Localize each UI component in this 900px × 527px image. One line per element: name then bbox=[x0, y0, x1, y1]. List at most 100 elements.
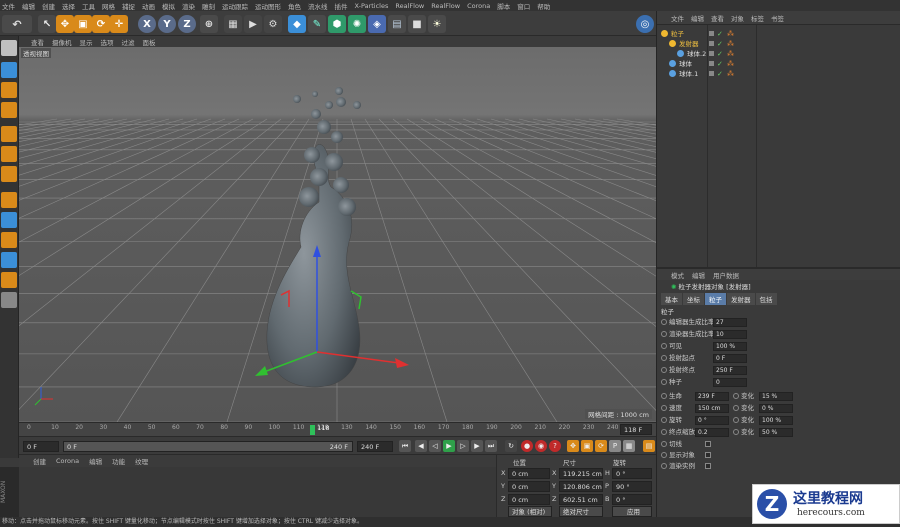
animate-radio[interactable] bbox=[661, 429, 667, 435]
cube-icon[interactable]: ◆ bbox=[288, 15, 306, 33]
array-icon[interactable]: ✺ bbox=[348, 15, 366, 33]
viewport-menu-item[interactable]: 摄像机 bbox=[52, 37, 72, 47]
object-manager[interactable]: 粒子 ✓ ⁂ 发射器 ✓ ⁂ 球体.2 ✓ ⁂ 球体 ✓ ⁂ 球体.1 ✓ ⁂ bbox=[657, 25, 900, 275]
coord-system-icon[interactable]: ⊕ bbox=[200, 15, 218, 33]
checkbox-icon[interactable] bbox=[705, 463, 711, 469]
viewport-menu-item[interactable]: 显示 bbox=[80, 37, 93, 47]
render-view-icon[interactable]: ▦ bbox=[224, 15, 242, 33]
object-menu-item[interactable]: 标签 bbox=[751, 13, 764, 23]
perspective-viewport[interactable]: 透视视图 网格间距 : 1000 cm ✥ ⇕ ⟲ ▢ bbox=[19, 47, 656, 422]
attribute-tab[interactable]: 粒子 bbox=[705, 293, 726, 305]
object-row[interactable]: 发射器 ✓ ⁂ bbox=[657, 39, 900, 49]
material-menu-item[interactable]: 创建 bbox=[33, 456, 46, 466]
select-arrow-icon[interactable]: ↖ bbox=[38, 15, 56, 33]
pos-x-field[interactable]: 0 cm bbox=[508, 468, 550, 479]
points-mode-icon[interactable] bbox=[1, 126, 17, 142]
prev-frame-icon[interactable]: ◁ bbox=[429, 440, 441, 452]
variation-value-field[interactable]: 50 % bbox=[759, 428, 793, 437]
timeline-window-icon[interactable]: ▤ bbox=[643, 440, 655, 452]
animate-radio[interactable] bbox=[661, 319, 667, 325]
attribute-value-field[interactable]: 10 bbox=[713, 330, 747, 339]
check-icon[interactable]: ✓ bbox=[717, 59, 723, 69]
coord-mode-select[interactable]: 对象 (相对) bbox=[508, 506, 552, 517]
animate-radio[interactable] bbox=[733, 429, 739, 435]
layout-globe-icon[interactable]: ◎ bbox=[636, 15, 654, 33]
size-z-field[interactable]: 602.51 cm bbox=[559, 494, 603, 505]
rot-h-field[interactable]: 0 ° bbox=[612, 468, 652, 479]
animate-radio[interactable] bbox=[661, 343, 667, 349]
check-icon[interactable]: ✓ bbox=[717, 69, 723, 79]
object-menu-item[interactable]: 编辑 bbox=[691, 13, 704, 23]
render-picture-icon[interactable]: ▶ bbox=[244, 15, 262, 33]
variation-value-field[interactable]: 0 % bbox=[759, 404, 793, 413]
tag-icon[interactable]: ⁂ bbox=[727, 29, 734, 39]
animate-radio[interactable] bbox=[661, 417, 667, 423]
visibility-icon[interactable] bbox=[709, 71, 714, 76]
menu-item[interactable]: 文件 bbox=[2, 1, 15, 11]
loop-icon[interactable]: ↻ bbox=[505, 440, 517, 452]
animate-radio[interactable] bbox=[661, 405, 667, 411]
tag-icon[interactable]: ⁂ bbox=[727, 49, 734, 59]
recent-tool-icon[interactable]: ✛ bbox=[110, 15, 128, 33]
current-frame-indicator[interactable]: 118 bbox=[310, 423, 330, 437]
viewport-menu-item[interactable]: 过滤 bbox=[122, 37, 135, 47]
magnet-icon[interactable] bbox=[1, 272, 17, 288]
x-axis-button[interactable]: X bbox=[138, 15, 156, 33]
viewport-menu-item[interactable]: 查看 bbox=[31, 37, 44, 47]
visibility-icon[interactable] bbox=[709, 41, 714, 46]
key-param-icon[interactable]: P bbox=[609, 440, 621, 452]
attribute-value-field[interactable]: 239 F bbox=[695, 392, 729, 401]
key-rotation-icon[interactable]: ⟳ bbox=[595, 440, 607, 452]
size-y-field[interactable]: 120.806 cm bbox=[559, 481, 603, 492]
menu-item[interactable]: 捕捉 bbox=[122, 1, 135, 11]
grid-icon[interactable] bbox=[1, 292, 17, 308]
frame-field[interactable]: 118 F bbox=[620, 424, 652, 435]
attribute-value-field[interactable]: 0 bbox=[713, 378, 747, 387]
material-menu-item[interactable]: 编辑 bbox=[89, 456, 102, 466]
key-position-icon[interactable]: ✥ bbox=[567, 440, 579, 452]
animate-radio[interactable] bbox=[661, 463, 667, 469]
attribute-tab[interactable]: 坐标 bbox=[683, 293, 704, 305]
play-icon[interactable]: ▶ bbox=[443, 440, 455, 452]
menu-item[interactable]: 渲染 bbox=[182, 1, 195, 11]
floor-icon[interactable]: ▤ bbox=[388, 15, 406, 33]
attribute-checkbox-row[interactable]: 渲染实例 bbox=[661, 461, 711, 471]
variation-value-field[interactable]: 15 % bbox=[759, 392, 793, 401]
snap-icon[interactable] bbox=[1, 232, 17, 248]
attribute-value-field[interactable]: 100 % bbox=[713, 342, 747, 351]
goto-start-icon[interactable]: ⏮ bbox=[399, 440, 411, 452]
auto-key-icon[interactable]: ◉ bbox=[535, 440, 547, 452]
subdivision-icon[interactable]: ⬢ bbox=[328, 15, 346, 33]
attribute-tab[interactable]: 发射器 bbox=[727, 293, 755, 305]
menu-item[interactable]: 窗口 bbox=[517, 1, 530, 11]
animate-radio[interactable] bbox=[661, 441, 667, 447]
menu-item[interactable]: 动画 bbox=[142, 1, 155, 11]
animate-radio[interactable] bbox=[661, 393, 667, 399]
menu-item[interactable]: 雕刻 bbox=[202, 1, 215, 11]
make-editable-icon[interactable] bbox=[1, 40, 17, 56]
menu-item[interactable]: RealFlow bbox=[431, 2, 460, 10]
keyframe-selection-icon[interactable]: ? bbox=[549, 440, 561, 452]
animate-radio[interactable] bbox=[733, 405, 739, 411]
tag-icon[interactable]: ⁂ bbox=[727, 39, 734, 49]
preview-range-slider[interactable]: 0 F 240 F bbox=[63, 441, 353, 452]
menu-item[interactable]: 运动跟踪 bbox=[222, 1, 248, 11]
menu-item[interactable]: 角色 bbox=[288, 1, 301, 11]
goto-end-icon[interactable]: ⏭ bbox=[485, 440, 497, 452]
attribute-checkbox-row[interactable]: 切线 bbox=[661, 439, 711, 449]
rotate-tool-icon[interactable]: ⟳ bbox=[92, 15, 110, 33]
attribute-value-field[interactable]: 0 ° bbox=[695, 416, 729, 425]
attribute-menu-item[interactable]: 模式 bbox=[671, 270, 684, 280]
menu-item[interactable]: 工具 bbox=[82, 1, 95, 11]
checkbox-icon[interactable] bbox=[705, 441, 711, 447]
object-menu-item[interactable]: 文件 bbox=[671, 13, 684, 23]
start-frame-field[interactable]: 0 F bbox=[23, 441, 59, 452]
menu-item[interactable]: X-Particles bbox=[355, 2, 389, 10]
attribute-menu-item[interactable]: 用户数据 bbox=[713, 270, 739, 280]
attribute-value-field[interactable]: 150 cm bbox=[695, 404, 729, 413]
timeline[interactable]: 0 10 20 30 40 50 60 70 80 90 100 110 120 130 140 150 160… bbox=[19, 422, 656, 436]
visibility-icon[interactable] bbox=[709, 31, 714, 36]
rot-p-field[interactable]: 90 ° bbox=[612, 481, 652, 492]
menu-item[interactable]: RealFlow bbox=[395, 2, 424, 10]
animate-radio[interactable] bbox=[733, 393, 739, 399]
